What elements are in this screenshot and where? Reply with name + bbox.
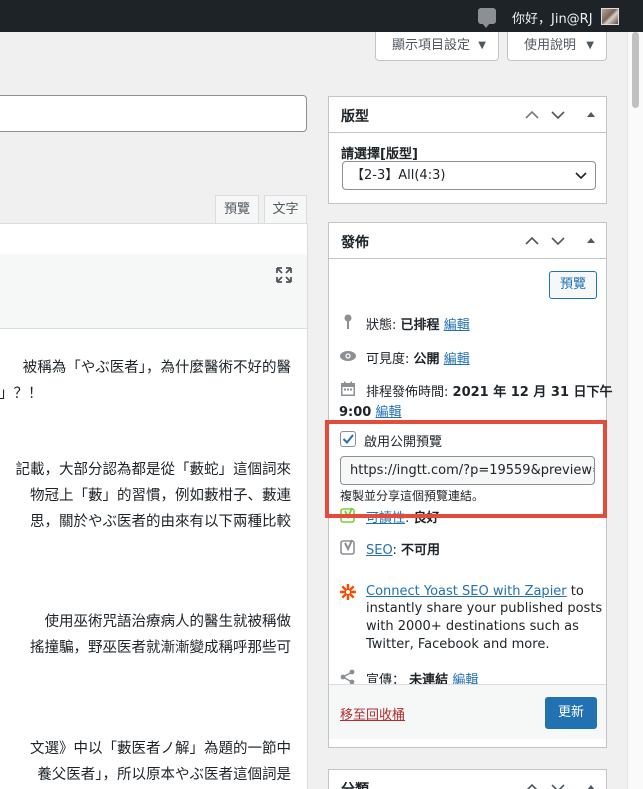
text-line: 思，關於やぶ医者的由來有以下兩種比較 [30,514,291,530]
pin-icon [344,314,352,329]
edit-visibility-link[interactable]: 編輯 [444,352,470,367]
status-value: 已排程 [400,318,440,333]
editor-content[interactable]: 被稱為「やぶ医者」，為什麼醫術不好的醫 」？！ 記載，大部分認為都是從「藪蛇」這… [0,330,307,789]
zapier-link[interactable]: Connect Yoast SEO with Zapier [366,584,567,599]
move-up-icon[interactable] [525,234,539,248]
tab-text[interactable]: 文字 [264,195,307,224]
publish-actions: 移至回收桶 更新 [329,684,606,739]
edit-status-link[interactable]: 編輯 [444,318,470,333]
post-title-input[interactable] [0,95,307,132]
text-line: 搖撞騙，野巫医者就漸漸變成稱呼那些可 [30,640,291,656]
schedule-value: 2021 年 12 月 31 日下午 [452,385,613,400]
comment-icon[interactable] [478,8,496,28]
template-select-value: 【2-3】All(4:3) [351,168,446,183]
admin-bar: 你好，Jin@RJ [0,0,643,32]
public-preview-hint: 複製並分享這個預覽連結。 [340,489,485,503]
post-editor: 被稱為「やぶ医者」，為什麼醫術不好的醫 」？！ 記載，大部分認為都是從「藪蛇」這… [0,223,308,789]
zapier-text: instantly share your published posts [366,601,603,616]
collapse-toggle-icon[interactable] [584,781,598,789]
template-select[interactable]: 【2-3】All(4:3) [342,161,596,190]
schedule-row-cont: 9:00 編輯 [339,401,402,420]
schedule-label: 排程發佈時間: [366,385,449,400]
yoast-seo-icon [340,539,355,555]
move-to-trash-link[interactable]: 移至回收桶 [340,704,405,723]
publish-metabox-header: 發佈 [329,223,606,259]
schedule-time: 9:00 [339,405,372,420]
screen-options-button[interactable]: 顯示項目設定 ▼ [375,32,499,61]
preview-button[interactable]: 預覽 [549,271,597,299]
category-metabox: 分類 [328,769,607,789]
text-line: 被稱為「やぶ医者」，為什麼醫術不好的醫 [22,360,291,376]
chevron-down-icon [575,172,587,180]
seo-link[interactable]: SEO [366,543,392,558]
template-metabox: 版型 請選擇[版型] 【2-3】All(4:3) [328,96,607,204]
move-down-icon[interactable] [551,781,565,789]
zapier-icon [340,584,356,600]
template-select-label: 請選擇[版型] [341,147,418,162]
publish-metabox-title: 發佈 [341,235,369,251]
visibility-value: 公開 [413,352,440,367]
edit-schedule-link[interactable]: 編輯 [375,405,401,420]
eye-icon [340,351,356,361]
tab-visual[interactable]: 預覽 [215,195,259,224]
page-scrollbar[interactable] [627,32,643,789]
avatar[interactable] [601,8,619,25]
user-greeting[interactable]: 你好，Jin@RJ [512,8,593,27]
zapier-text: to [570,584,584,599]
collapse-toggle-icon[interactable] [584,234,598,248]
text-line: 養父医者」，所以原本やぶ医者這個詞是 [37,767,291,783]
expand-icon[interactable] [276,267,292,283]
scrollbar-thumb[interactable] [632,32,639,108]
text-line: 文選》中以「藪医者ノ解」為題的一節中 [30,741,291,757]
calendar-icon [341,381,355,396]
screen-options-label: 顯示項目設定 [392,38,471,53]
text-line: 記載，大部分認為都是從「藪蛇」這個詞來 [15,462,292,478]
move-down-icon[interactable] [551,234,565,248]
caret-down-icon: ▼ [586,40,594,51]
text-line: 物冠上「藪」的習慣，例如藪柑子、藪連 [30,488,291,504]
help-button[interactable]: 使用說明 ▼ [507,32,607,61]
move-up-icon[interactable] [525,108,539,122]
text-line: 」？！ [0,386,43,402]
zapier-text: Twitter, Facebook and more. [366,637,550,652]
visibility-label: 可見度: [366,352,410,367]
zapier-text: with 2000+ destinations such as [366,619,579,634]
template-metabox-header: 版型 [329,97,606,133]
collapse-toggle-icon[interactable] [584,108,598,122]
caret-down-icon: ▼ [478,40,486,51]
help-label: 使用說明 [524,38,577,53]
public-preview-checkbox[interactable] [340,431,356,447]
public-preview-label[interactable]: 啟用公開預覽 [364,431,442,450]
template-metabox-title: 版型 [341,109,369,125]
category-metabox-title: 分類 [341,779,369,789]
public-preview-url-field[interactable]: https://ingtt.com/?p=19559&preview=1&_pp… [340,456,595,485]
move-down-icon[interactable] [551,108,565,122]
move-up-icon[interactable] [525,781,539,789]
editor-toolbar [0,254,307,329]
checkmark-icon [342,434,354,444]
seo-value: 不可用 [401,543,441,558]
status-label: 狀態: [366,318,397,333]
update-button[interactable]: 更新 [545,697,597,729]
text-line: 使用巫術咒語治療病人的醫生就被稱做 [44,614,292,630]
